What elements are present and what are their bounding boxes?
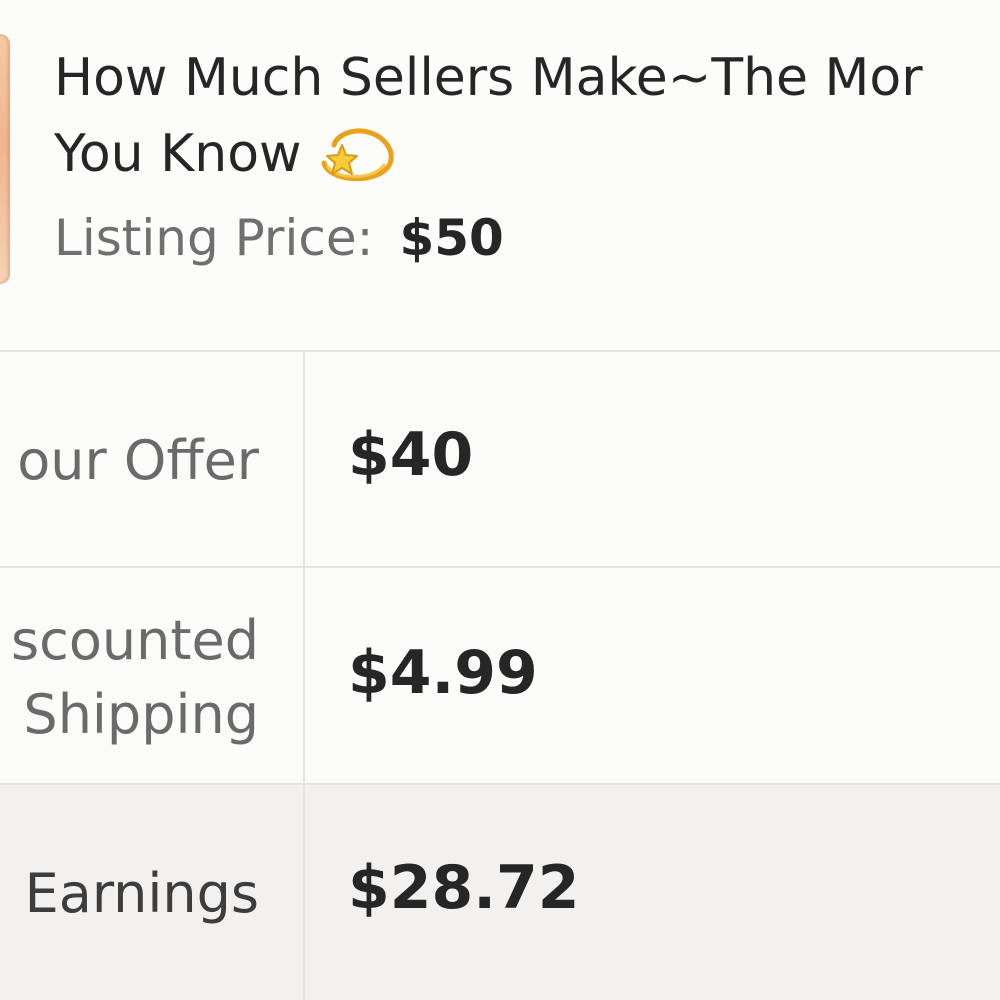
dizzy-icon	[318, 123, 396, 183]
listing-thumbnail[interactable]	[0, 34, 10, 284]
offer-row: our Offer $40	[0, 350, 1000, 567]
offer-breakdown-screen: How Much Sellers Make~The Mor You Know L…	[0, 0, 1000, 1000]
listing-title-line-2: You Know	[54, 116, 1000, 192]
listing-price: Listing Price: $50	[54, 206, 504, 270]
earnings-value: $28.72	[348, 853, 580, 923]
shipping-label-line-2: Shipping	[23, 683, 259, 746]
shipping-label-line-1: scounted	[11, 609, 259, 672]
shipping-value: $4.99	[348, 638, 538, 708]
offer-value: $40	[348, 420, 474, 490]
shipping-row: scounted Shipping $4.99	[0, 566, 1000, 784]
listing-title-line-1: How Much Sellers Make~The Mor	[54, 48, 923, 108]
listing-title: How Much Sellers Make~The Mor You Know	[54, 40, 1000, 192]
listing-title-line-2-text: You Know	[54, 124, 302, 184]
listing-price-value: $50	[399, 209, 504, 267]
offer-label: our Offer	[17, 429, 259, 492]
listing-price-label: Listing Price:	[54, 209, 374, 267]
earnings-label-cell: Earnings	[0, 785, 305, 1000]
earnings-label: Earnings	[24, 862, 259, 925]
shipping-label-cell: scounted Shipping	[0, 568, 305, 784]
offer-label-cell: our Offer	[0, 352, 305, 567]
earnings-row: Earnings $28.72	[0, 783, 1000, 1000]
listing-summary[interactable]: How Much Sellers Make~The Mor You Know L…	[0, 0, 1000, 351]
